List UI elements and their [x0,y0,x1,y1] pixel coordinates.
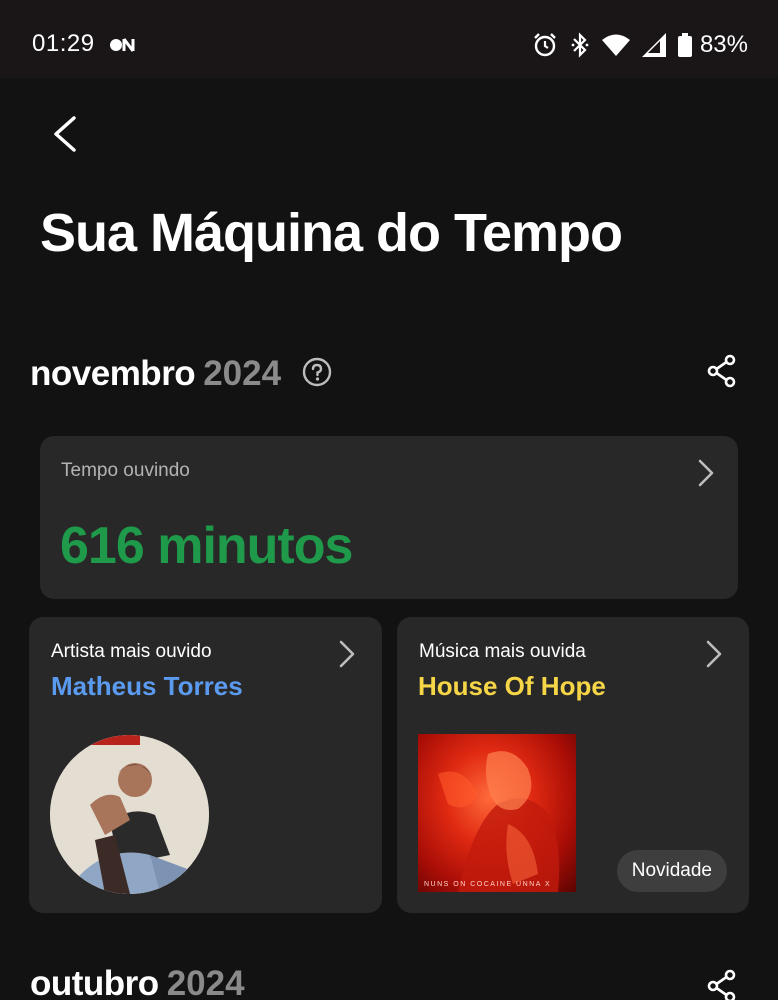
month-title: novembro 2024 [30,354,281,394]
month-header-october: outubro 2024 [30,964,748,1000]
signal-icon [641,33,666,57]
month-year: 2024 [166,964,245,1000]
battery-percent: 83% [699,31,748,58]
bluetooth-icon [571,32,589,58]
wifi-icon [601,34,630,56]
artist-avatar [50,735,209,894]
page-title: Sua Máquina do Tempo [40,203,623,263]
month-name: novembro [30,354,196,393]
album-cover: NUNS ON COCAINE UNNA X [418,734,576,892]
page-header: Sua Máquina do Tempo [20,78,768,268]
top-artist-label: Artista mais ouvido [51,641,212,662]
status-icons: 83% [532,30,748,60]
top-artist-card[interactable]: Artista mais ouvido Matheus Torres [29,617,382,913]
month-year: 2024 [203,354,282,393]
chevron-right-icon [698,459,714,487]
month-name: outubro [30,964,159,1000]
month-title: outubro 2024 [30,964,245,1000]
share-icon[interactable] [706,969,738,1000]
battery-icon [677,33,692,57]
back-button[interactable] [42,112,82,156]
chevron-right-icon [339,640,355,668]
status-bar: 01:29 83% [0,0,778,78]
help-icon[interactable] [302,357,332,387]
album-cover-text: NUNS ON COCAINE UNNA X [424,881,552,888]
listening-time-card[interactable]: Tempo ouvindo 616 minutos [40,436,738,599]
top-song-name: House Of Hope [418,671,606,701]
on-icon [110,38,135,52]
alarm-icon [534,33,556,57]
top-artist-name: Matheus Torres [51,671,243,701]
chevron-right-icon [706,640,722,668]
month-header-november: novembro 2024 [30,354,748,404]
status-time: 01:29 [32,30,95,57]
top-song-label: Música mais ouvida [419,641,586,662]
new-badge: Novidade [616,850,727,892]
top-song-card[interactable]: Música mais ouvida House Of Hope NUNS ON… [397,617,749,913]
share-icon[interactable] [706,354,738,388]
listening-time-label: Tempo ouvindo [61,460,190,481]
listening-time-value: 616 minutos [60,517,353,575]
